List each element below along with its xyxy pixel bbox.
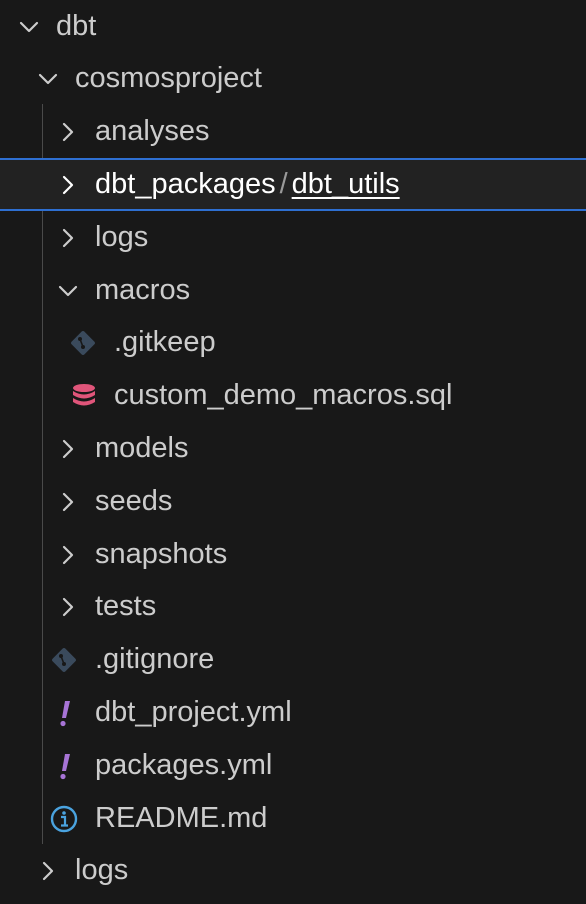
tree-item-label: dbt [56,10,97,42]
tree-item-custom-demo-macros-sql[interactable]: custom_demo_macros.sql [0,369,586,422]
tree-item-label: seeds [95,485,173,517]
tree-item-label: tests [95,590,157,622]
tree-item-label: dbt_project.yml [95,696,292,728]
tree-item-dbt-packages-dbt-utils[interactable]: dbt_packages / dbt_utils [0,158,586,211]
database-icon [73,384,95,406]
tree-item-label: logs [95,221,149,253]
tree-item-gitkeep[interactable]: .gitkeep [0,316,586,369]
tree-item-dbt-project-yml[interactable]: dbt_project.yml [0,686,586,739]
tree-item-label: analyses [95,115,210,147]
chevron-right-icon [62,439,74,459]
tree-item-tests[interactable]: tests [0,580,586,633]
tree-item-label: custom_demo_macros.sql [114,379,453,411]
info-icon [50,805,78,833]
tree-item-gitignore[interactable]: .gitignore [0,633,586,686]
tree-item-label: cosmosproject [75,62,262,94]
tree-item-logs-root[interactable]: logs [0,844,586,897]
tree-item-label: macros [95,274,191,306]
compact-folder-parent[interactable]: dbt_packages [95,168,276,200]
yaml-exclamation-icon [60,754,70,780]
file-explorer-tree: dbt cosmosproject analyses dbt_packages /… [0,0,586,904]
chevron-down-icon [19,21,39,33]
tree-item-models[interactable]: models [0,422,586,475]
git-icon [71,331,95,355]
tree-item-seeds[interactable]: seeds [0,475,586,528]
chevron-down-icon [58,285,78,297]
compact-folder-separator: / [279,168,288,200]
tree-item-macros[interactable]: macros [0,264,586,317]
compact-folder-child[interactable]: dbt_utils [292,168,400,200]
compact-folder-label: dbt_packages / dbt_utils [95,160,400,209]
chevron-right-icon [62,492,74,512]
tree-item-dbt[interactable]: dbt [0,0,586,53]
tree-item-label: .gitkeep [114,326,216,358]
tree-item-snapshots[interactable]: snapshots [0,528,586,581]
tree-item-label: packages.yml [95,749,273,781]
chevron-right-icon [62,545,74,565]
tree-item-label: .gitignore [95,643,215,675]
chevron-right-icon [62,597,74,617]
tree-item-analyses[interactable]: analyses [0,105,586,158]
tree-item-logs[interactable]: logs [0,211,586,264]
tree-item-label: models [95,432,189,464]
chevron-right-icon [62,175,74,195]
chevron-right-icon [62,228,74,248]
yaml-exclamation-icon [60,701,70,727]
tree-item-label: snapshots [95,538,228,570]
chevron-right-icon [62,122,74,142]
git-icon [52,648,76,672]
tree-item-packages-yml[interactable]: packages.yml [0,739,586,792]
tree-item-label: logs [75,854,129,886]
chevron-down-icon [38,73,58,85]
chevron-right-icon [42,861,54,881]
tree-item-readme-md[interactable]: README.md [0,792,586,845]
tree-item-cosmosproject[interactable]: cosmosproject [0,52,586,105]
tree-item-label: README.md [95,802,268,834]
